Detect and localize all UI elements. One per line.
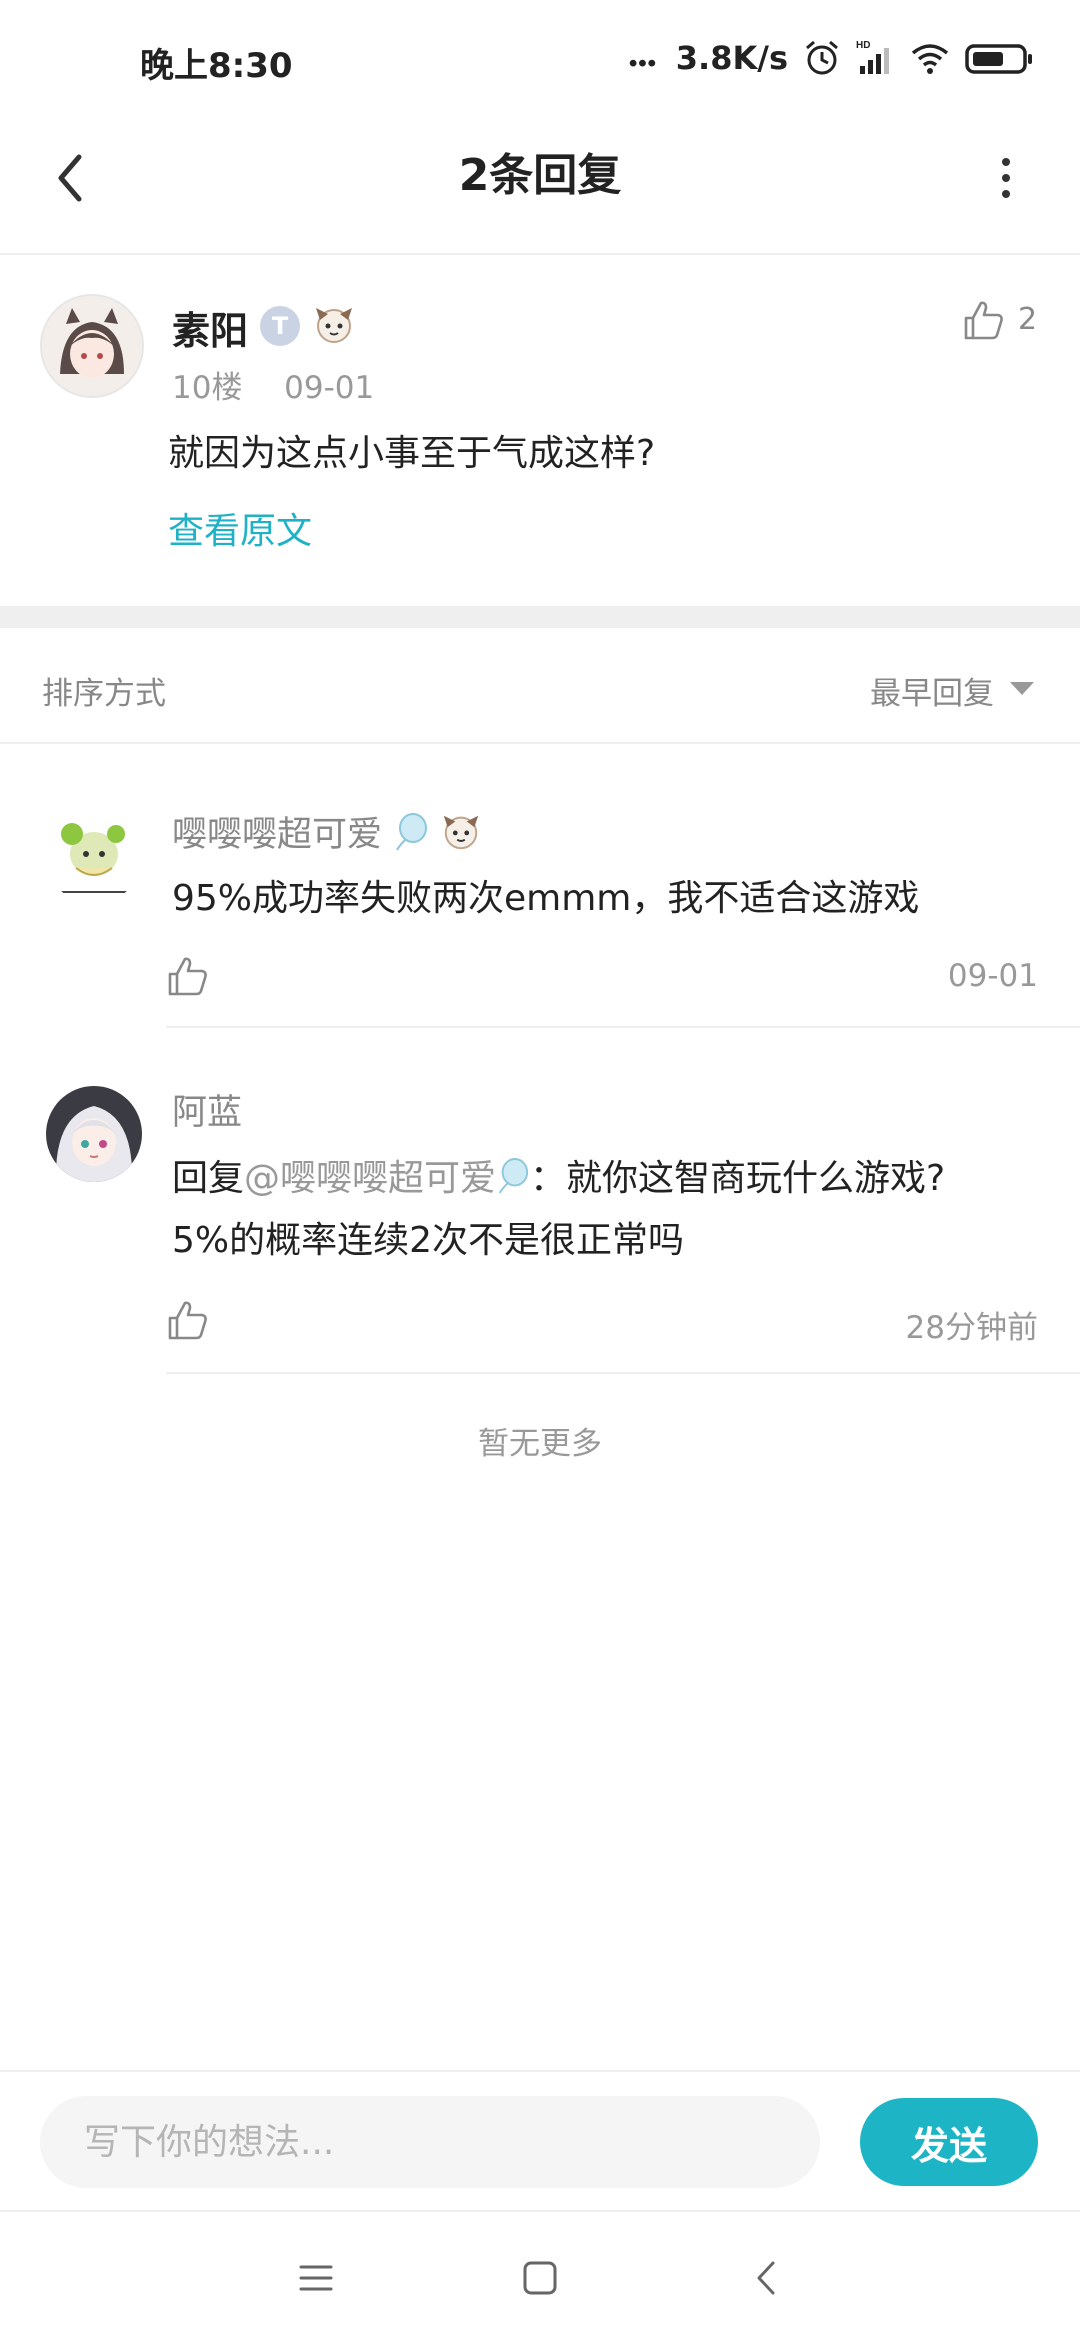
nav-divider: [0, 2210, 1080, 2212]
reply-text: 95%成功率失败两次emmm，我不适合这游戏: [172, 878, 920, 919]
page-title: 2条回复: [458, 150, 622, 201]
main-post-text: 就因为这点小事至于气成这样?: [168, 433, 656, 474]
thumbs-up-icon[interactable]: [962, 298, 1006, 342]
reply-username[interactable]: 嘤嘤嘤超可爱: [172, 806, 482, 857]
menu-nav-button[interactable]: [286, 2248, 346, 2308]
main-post-username[interactable]: 素阳: [172, 300, 248, 355]
input-divider: [0, 2070, 1080, 2072]
avatar-illustration-icon: [42, 296, 142, 396]
reply-time: 28分钟前: [905, 1310, 1038, 1346]
network-speed: 3.8K/s: [675, 39, 788, 77]
mention-link[interactable]: @嘤嘤嘤超可爱: [244, 1158, 496, 1199]
signal-icon: HD: [856, 40, 889, 74]
reply-divider: [166, 1372, 1080, 1374]
reply-time: 09-01: [947, 958, 1038, 994]
more-dot-icon: [1002, 174, 1010, 182]
floor-number: 10楼: [172, 370, 243, 406]
main-post-like-count: 2: [1018, 302, 1038, 337]
back-nav-button[interactable]: [736, 2248, 796, 2308]
sort-dropdown[interactable]: 最早回复: [870, 668, 994, 713]
home-nav-button[interactable]: [510, 2248, 570, 2308]
square-home-icon: [523, 2261, 557, 2295]
status-time: 晚上8:30: [140, 46, 293, 86]
status-icons: 3.8K/s HD: [628, 36, 1034, 80]
thumbs-up-icon[interactable]: [166, 1298, 210, 1342]
level-badge-label: T: [271, 312, 289, 340]
character-badge-icon: [316, 308, 352, 343]
header-divider: [0, 253, 1080, 255]
status-bar: 晚上8:30 3.8K/s HD: [0, 0, 1080, 120]
alarm-icon: [806, 40, 838, 75]
level-badge: T: [260, 306, 300, 346]
battery-icon: [965, 44, 1032, 74]
sort-divider: [0, 742, 1080, 744]
section-divider: [0, 606, 1080, 628]
dots-icon: [629, 59, 655, 67]
send-button[interactable]: 发送: [860, 2098, 1038, 2186]
chevron-left-icon: [757, 2261, 775, 2295]
balloon-badge-icon: [498, 1158, 529, 1194]
reply-body-line2: 5%的概率连续2次不是很正常吗: [172, 1220, 685, 1261]
view-original-link[interactable]: 查看原文: [168, 502, 312, 554]
reply-text: 回复@嘤嘤嘤超可爱 ：就你这智商玩什么游戏? 5%的概率连续2次不是很正常吗: [172, 1148, 945, 1272]
avatar-illustration-icon: [46, 808, 142, 904]
thumbs-up-icon[interactable]: [166, 954, 210, 998]
more-dot-icon: [1002, 190, 1010, 198]
avatar-illustration-icon: [46, 1086, 142, 1182]
reply-divider: [166, 1026, 1080, 1028]
post-date: 09-01: [284, 370, 375, 406]
caret-down-icon[interactable]: [1010, 682, 1034, 695]
reply-username[interactable]: 阿蓝: [172, 1084, 242, 1135]
more-options-button[interactable]: [984, 150, 1028, 206]
menu-icon: [299, 2265, 333, 2291]
wifi-icon: [911, 44, 949, 74]
reply-avatar[interactable]: [46, 808, 142, 904]
main-post-meta: 10楼 09-01: [172, 362, 374, 407]
reply-body: ：就你这智商玩什么游戏?: [530, 1158, 946, 1199]
main-post-avatar[interactable]: [40, 294, 144, 398]
reply-username-text: 嘤嘤嘤超可爱: [172, 815, 383, 855]
character-badge-icon: [444, 815, 479, 850]
no-more-label: 暂无更多: [478, 1426, 602, 1462]
sort-label: 排序方式: [42, 676, 166, 712]
more-dot-icon: [1002, 158, 1010, 166]
balloon-badge-icon: [396, 813, 428, 851]
svg-text:HD: HD: [856, 40, 870, 51]
reply-avatar[interactable]: [46, 1086, 142, 1182]
reply-prefix: 回复: [172, 1158, 245, 1199]
comment-input[interactable]: [40, 2096, 820, 2188]
